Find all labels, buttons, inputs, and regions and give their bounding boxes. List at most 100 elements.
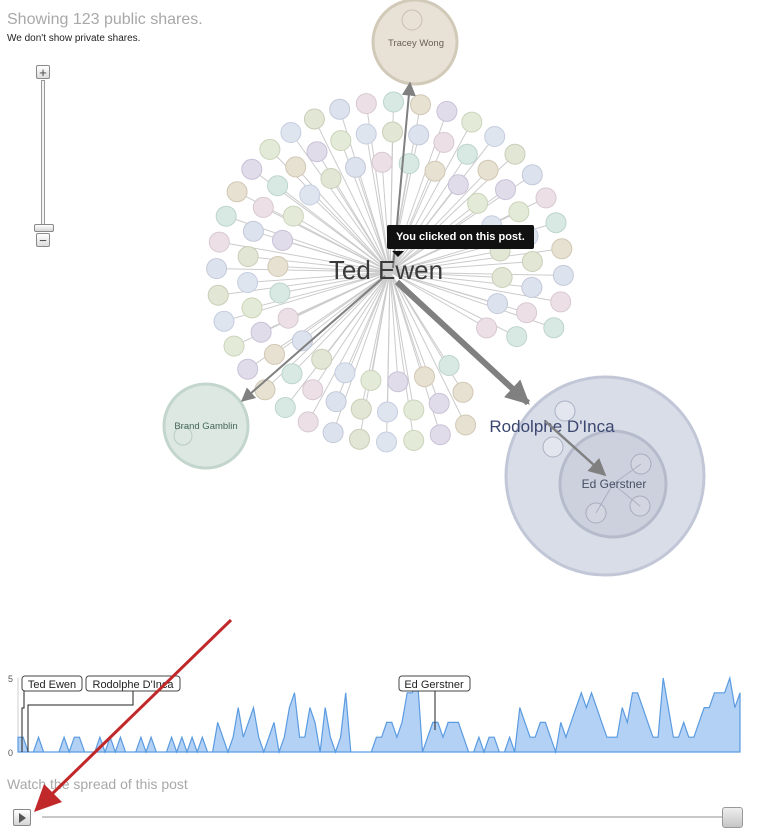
share-node[interactable] (355, 93, 377, 115)
share-node[interactable] (349, 428, 370, 450)
share-node[interactable] (377, 401, 398, 423)
share-node[interactable] (267, 175, 289, 197)
share-node[interactable] (213, 310, 235, 332)
share-node[interactable] (280, 122, 302, 143)
share-node[interactable] (267, 256, 289, 277)
share-node[interactable] (302, 379, 324, 401)
share-node[interactable] (226, 181, 248, 203)
share-node[interactable] (329, 98, 351, 120)
share-node[interactable] (206, 258, 228, 280)
share-node[interactable] (345, 156, 366, 178)
share-node[interactable] (552, 264, 574, 286)
share-node[interactable] (272, 229, 293, 251)
share-node[interactable] (438, 355, 460, 376)
share-node[interactable] (320, 168, 342, 189)
share-node[interactable] (215, 205, 237, 227)
share-node[interactable] (484, 126, 506, 147)
share-node[interactable] (424, 160, 446, 182)
share-node[interactable] (376, 431, 397, 453)
annotation-ted-ewen[interactable]: Ted Ewen (28, 679, 76, 691)
timeline-slider-thumb[interactable] (722, 807, 743, 828)
share-node[interactable] (508, 201, 530, 223)
annotation-ed-gerstner[interactable]: Ed Gerstner (404, 679, 464, 691)
share-node[interactable] (322, 422, 344, 444)
share-node[interactable] (250, 321, 272, 343)
share-node[interactable] (506, 326, 528, 348)
share-node[interactable] (208, 231, 230, 253)
share-node[interactable] (447, 174, 469, 196)
share-node[interactable] (306, 141, 328, 163)
share-node[interactable] (299, 184, 321, 206)
share-node[interactable] (504, 143, 526, 165)
share-node[interactable] (550, 291, 572, 313)
share-node[interactable] (477, 159, 499, 181)
share-node[interactable] (259, 138, 281, 160)
share-node[interactable] (491, 267, 513, 288)
share-node[interactable] (535, 187, 557, 209)
timeline-slider-track[interactable] (42, 816, 732, 818)
share-node[interactable] (403, 429, 425, 451)
node-rodolphe-dinca[interactable]: Rodolphe D'Inca Ed Gerstner (489, 375, 706, 577)
share-node[interactable] (461, 111, 483, 133)
share-node[interactable] (387, 371, 409, 393)
share-node[interactable] (285, 156, 307, 178)
share-node[interactable] (521, 276, 543, 298)
share-node[interactable] (476, 317, 498, 339)
share-node[interactable] (282, 205, 304, 227)
share-node[interactable] (521, 251, 543, 272)
node-brand-gamblin[interactable]: Brand Gamblin (162, 382, 250, 470)
share-node[interactable] (436, 100, 458, 122)
share-node[interactable] (350, 398, 372, 420)
share-node[interactable] (355, 123, 377, 145)
share-node[interactable] (334, 362, 356, 384)
share-node[interactable] (403, 399, 425, 421)
share-node[interactable] (455, 414, 477, 436)
share-node[interactable] (383, 91, 404, 113)
share-node[interactable] (433, 131, 455, 153)
clicked-post-tooltip: You clicked on this post. (387, 225, 534, 249)
tooltip-pointer (392, 251, 404, 257)
share-node[interactable] (241, 158, 263, 180)
root-node-label[interactable]: Ted Ewen (329, 255, 443, 285)
share-node[interactable] (487, 293, 508, 315)
share-node[interactable] (410, 94, 431, 116)
share-node[interactable] (325, 391, 347, 413)
share-node[interactable] (429, 424, 451, 446)
share-node[interactable] (281, 363, 303, 385)
share-node[interactable] (237, 246, 259, 268)
share-node[interactable] (543, 317, 565, 339)
share-node[interactable] (207, 284, 229, 306)
share-node[interactable] (330, 130, 352, 152)
share-node[interactable] (516, 302, 538, 324)
share-node[interactable] (311, 348, 333, 370)
share-node[interactable] (264, 343, 285, 365)
share-node[interactable] (456, 143, 478, 165)
share-node[interactable] (237, 272, 259, 293)
share-node[interactable] (269, 282, 291, 304)
share-node[interactable] (274, 397, 296, 418)
share-node[interactable] (254, 379, 276, 401)
share-node[interactable] (452, 381, 474, 403)
share-node[interactable] (371, 151, 393, 173)
share-node[interactable] (545, 212, 567, 234)
share-node[interactable] (551, 238, 573, 260)
share-node[interactable] (237, 358, 259, 380)
share-node[interactable] (521, 164, 543, 186)
share-node[interactable] (495, 179, 516, 201)
share-node[interactable] (223, 335, 245, 357)
share-node[interactable] (297, 411, 319, 433)
play-button[interactable] (13, 809, 31, 826)
share-node[interactable] (242, 220, 264, 242)
share-node[interactable] (382, 121, 403, 143)
share-node[interactable] (303, 108, 325, 130)
share-node[interactable] (408, 124, 430, 146)
share-node[interactable] (360, 369, 382, 391)
share-node[interactable] (252, 196, 274, 218)
share-node[interactable] (467, 192, 489, 214)
node-tracey-wong[interactable]: Tracey Wong (371, 0, 459, 86)
share-node[interactable] (241, 297, 263, 319)
share-node[interactable] (428, 392, 450, 414)
share-node[interactable] (277, 307, 299, 329)
annotation-rodolphe-dinca[interactable]: Rodolphe D'Inca (93, 679, 175, 691)
share-node[interactable] (414, 366, 435, 388)
